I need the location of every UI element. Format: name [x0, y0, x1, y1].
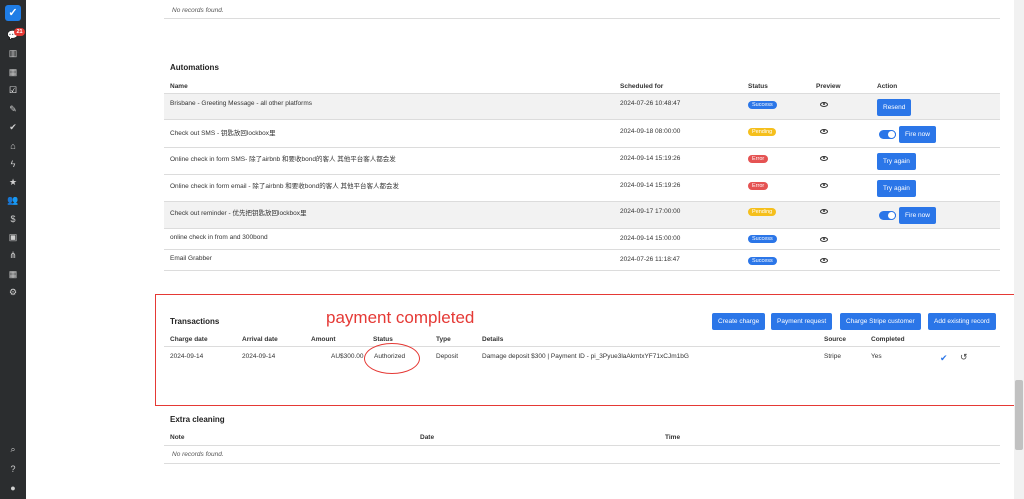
scrollbar[interactable] — [1014, 0, 1024, 499]
app-logo-icon[interactable]: ✓ — [5, 5, 21, 21]
preview-eye-icon[interactable] — [820, 156, 828, 161]
try-again-button[interactable]: Try again — [877, 153, 916, 170]
automation-scheduled: 2024-07-26 11:18:47 — [620, 256, 680, 263]
chart-icon[interactable]: ▥ — [0, 46, 26, 60]
bolt-icon[interactable]: ϟ — [0, 157, 26, 171]
automations-header-status: Status — [748, 83, 768, 90]
automation-name: Online check in form email - 除了airbnb 和要… — [170, 183, 400, 190]
row-divider — [164, 147, 1000, 148]
users-icon[interactable]: 👥 — [0, 193, 26, 207]
automations-header-action: Action — [877, 83, 898, 90]
automation-name: Check out SMS - 钥匙放回lockbox里 — [170, 130, 276, 137]
try-again-button[interactable]: Try again — [877, 180, 916, 197]
status-badge: Success — [748, 101, 777, 109]
status-badge: Error — [748, 155, 769, 163]
previous-section-no-records: No records found. — [172, 7, 224, 14]
help-icon[interactable]: ? — [0, 462, 26, 476]
preview-eye-icon[interactable] — [820, 183, 828, 188]
home-icon[interactable]: ⌂ — [0, 139, 26, 153]
divider — [164, 18, 1000, 19]
row-divider — [164, 270, 1000, 271]
automation-scheduled: 2024-09-17 17:00:00 — [620, 208, 681, 215]
annotation-text: payment completed — [326, 308, 475, 327]
star-icon[interactable]: ★ — [0, 175, 26, 189]
fire-toggle[interactable] — [879, 130, 896, 139]
brush-icon[interactable]: ✎ — [0, 102, 26, 116]
automation-scheduled: 2024-09-14 15:19:26 — [620, 182, 681, 189]
annotation-highlight-box — [155, 294, 1015, 406]
annotation-ellipse — [364, 343, 420, 374]
automation-scheduled: 2024-07-26 10:48:47 — [620, 100, 681, 107]
automations-header-scheduled: Scheduled for — [620, 83, 664, 90]
grid-icon[interactable]: ▦ — [0, 267, 26, 281]
automation-name: online check in from and 300bond — [170, 234, 268, 241]
automations-header-preview: Preview — [816, 83, 841, 90]
fire-toggle[interactable] — [879, 211, 896, 220]
automation-name: Email Grabber — [170, 255, 212, 262]
status-badge: Pending — [748, 128, 777, 136]
gear-icon[interactable]: ⚙ — [0, 285, 26, 299]
row-divider — [164, 201, 1000, 202]
automation-name: Check out reminder - 优先把钥匙放回lockbox里 — [170, 210, 307, 217]
share-icon[interactable]: ⋔ — [0, 248, 26, 262]
extra-cleaning-header-note: Note — [170, 434, 185, 441]
divider — [164, 463, 1000, 464]
status-badge: Success — [748, 257, 777, 265]
sidebar: ✓ 💬 21 ▥ ▦ ☑ ✎ ✔ ⌂ ϟ ★ 👥 $ ▣ ⋔ ▦ ⚙ ⌕ ? ● — [0, 0, 26, 499]
resend-button[interactable]: Resend — [877, 99, 912, 116]
scrollbar-thumb[interactable] — [1015, 380, 1023, 450]
header-divider — [164, 445, 1000, 446]
user-icon[interactable]: ● — [0, 481, 26, 495]
status-badge: Error — [748, 182, 769, 190]
automation-name: Brisbane - Greeting Message - all other … — [170, 100, 312, 107]
dollar-icon[interactable]: $ — [0, 212, 26, 226]
automation-scheduled: 2024-09-14 15:19:26 — [620, 155, 681, 162]
preview-eye-icon[interactable] — [820, 102, 828, 107]
row-divider — [164, 249, 1000, 250]
row-divider — [164, 174, 1000, 175]
status-badge: Pending — [748, 208, 777, 216]
fire-now-button[interactable]: Fire now — [899, 126, 936, 143]
extra-cleaning-header-date: Date — [420, 434, 435, 441]
calendar-check-icon[interactable]: ☑ — [0, 83, 26, 97]
extra-cleaning-header-time: Time — [665, 434, 681, 441]
automation-scheduled: 2024-09-14 15:00:00 — [620, 235, 681, 242]
automation-name: Online check in form SMS- 除了airbnb 和要收bo… — [170, 156, 396, 163]
preview-eye-icon[interactable] — [820, 209, 828, 214]
preview-eye-icon[interactable] — [820, 129, 828, 134]
extra-cleaning-no-records: No records found. — [172, 451, 224, 458]
search-icon[interactable]: ⌕ — [0, 442, 26, 456]
preview-eye-icon[interactable] — [820, 237, 828, 242]
row-divider — [164, 228, 1000, 229]
extra-cleaning-title: Extra cleaning — [170, 415, 225, 424]
preview-eye-icon[interactable] — [820, 258, 828, 263]
check-icon[interactable]: ✔ — [0, 120, 26, 134]
automations-title: Automations — [170, 63, 219, 72]
notification-badge: 21 — [14, 28, 25, 36]
status-badge: Success — [748, 235, 777, 243]
row-divider — [164, 119, 1000, 120]
automation-scheduled: 2024-09-18 08:00:00 — [620, 128, 681, 135]
calendar-icon[interactable]: ▦ — [0, 65, 26, 79]
automations-header-name: Name — [170, 83, 188, 90]
fire-now-button[interactable]: Fire now — [899, 207, 936, 224]
briefcase-icon[interactable]: ▣ — [0, 230, 26, 244]
